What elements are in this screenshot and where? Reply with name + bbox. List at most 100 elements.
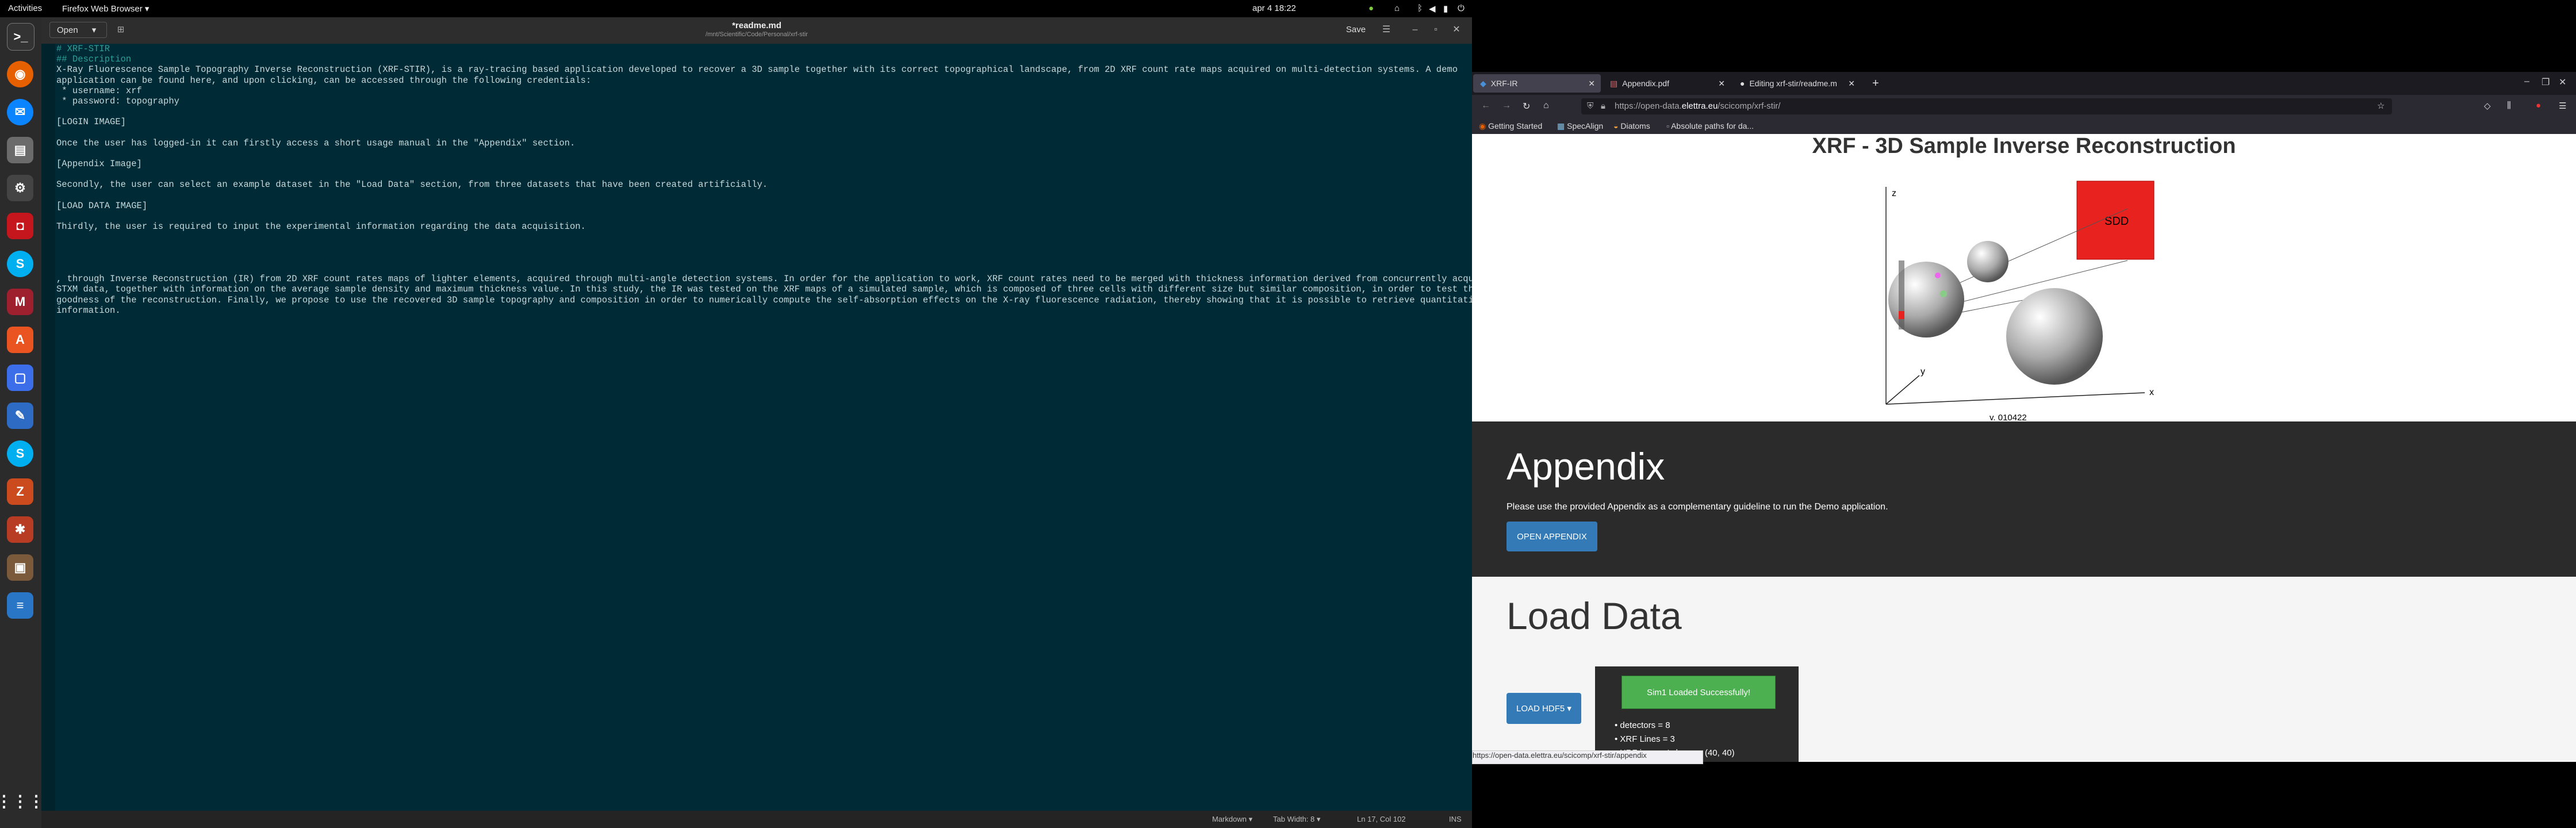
editor-line[interactable]: goodness of the reconstruction. Finally,… — [56, 295, 1485, 305]
editor-line[interactable] — [56, 211, 1471, 221]
app-menu[interactable]: Firefox Web Browser ▾ — [62, 3, 149, 14]
apps-grid-icon[interactable]: ⋮⋮⋮ — [0, 788, 44, 814]
editor-line[interactable]: [Appendix Image] — [56, 159, 1471, 169]
editor-line[interactable] — [56, 169, 1471, 179]
editor-icon[interactable]: ✎ — [7, 402, 33, 429]
close-icon[interactable]: ✕ — [1448, 22, 1465, 38]
line-gutter — [41, 44, 55, 828]
update-icon[interactable]: ● — [1368, 3, 1374, 13]
editor-line[interactable]: ## Description — [56, 54, 1471, 64]
editor-line[interactable]: , through Inverse Reconstruction (IR) fr… — [56, 274, 1495, 284]
skype2-icon[interactable]: S — [7, 440, 33, 467]
load-hdf5-button[interactable]: LOAD HDF5 ▾ — [1506, 693, 1581, 724]
tab-width-selector[interactable]: Tab Width: 8 ▾ — [1273, 815, 1320, 824]
bookmark-specalign[interactable]: ▦ SpecAlign — [1557, 121, 1603, 131]
editor-line[interactable]: # XRF-STIR — [56, 44, 1471, 54]
pocket-icon[interactable]: ◇ — [2484, 101, 2491, 111]
restore-icon[interactable]: ❐ — [2542, 76, 2550, 88]
bookmark-icon: ◒ — [1613, 121, 1621, 131]
editor-line[interactable] — [56, 232, 1471, 242]
inkscape-icon[interactable]: ✱ — [7, 516, 33, 543]
editor-line[interactable]: information. — [56, 305, 1471, 316]
url-bar[interactable]: ⛨ 🔒︎ https://open-data.elettra.eu/scicom… — [1581, 98, 2392, 114]
editor-line[interactable]: * password: topography — [56, 96, 1471, 106]
editor-line[interactable]: * username: xrf — [56, 86, 1471, 96]
open-appendix-button[interactable]: OPEN APPENDIX — [1506, 522, 1597, 551]
thunderbird-icon[interactable]: ✉ — [7, 99, 33, 125]
back-icon[interactable]: ← — [1481, 101, 1490, 111]
screenshot-icon[interactable]: ▢ — [7, 365, 33, 391]
zotero-icon[interactable]: Z — [7, 478, 33, 505]
insert-mode: INS — [1449, 815, 1462, 823]
close-tab-icon[interactable]: ✕ — [1718, 79, 1725, 89]
close-tab-icon[interactable]: ✕ — [1848, 79, 1855, 89]
power-icon[interactable]: ⏻ — [1458, 3, 1465, 13]
editor-line[interactable] — [56, 128, 1471, 138]
software-icon[interactable]: A — [7, 327, 33, 353]
editor-line[interactable]: Thirdly, the user is required to input t… — [56, 221, 1471, 232]
volume-icon[interactable]: ◀ — [1429, 3, 1436, 14]
reload-icon[interactable]: ↻ — [1523, 101, 1530, 112]
new-tab-button[interactable]: + — [1865, 74, 1884, 93]
network-icon[interactable]: ⌂ — [1394, 3, 1400, 13]
editor-line[interactable] — [56, 190, 1471, 201]
bookmark-diatoms[interactable]: ◒ Diatoms — [1613, 121, 1650, 131]
editor-line[interactable]: [LOAD DATA IMAGE] — [56, 201, 1471, 211]
clock[interactable]: apr 4 18:22 — [1252, 3, 1296, 13]
tab-editing-readme[interactable]: ● Editing xrf-stir/readme.m ✕ — [1733, 74, 1861, 93]
maximize-icon[interactable]: ▫ — [1427, 22, 1444, 38]
menu-icon[interactable]: ☰ — [1378, 22, 1395, 38]
terminal-icon[interactable]: >_ — [7, 23, 34, 51]
open-button[interactable]: Open ▾ — [49, 22, 107, 38]
editor-text-area[interactable]: # XRF-STIR ## Description X-Ray Fluorescen… — [56, 44, 1495, 828]
photo-icon[interactable]: ▣ — [7, 554, 33, 581]
voxel-marker — [1935, 273, 1941, 278]
y-axis — [1885, 375, 1920, 405]
save-button[interactable]: Save — [1337, 22, 1374, 38]
appendix-text: Please use the provided Appendix as a co… — [1506, 502, 1888, 512]
mendeley-icon[interactable]: M — [7, 289, 33, 315]
cursor-position: Ln 17, Col 102 — [1357, 815, 1406, 823]
editor-line[interactable]: [LOGIN IMAGE] — [56, 117, 1471, 127]
library-icon[interactable]: ⫼ — [2507, 101, 2511, 110]
new-tab-icon[interactable]: ⊞ — [109, 22, 132, 38]
activities-button[interactable]: Activities — [8, 3, 42, 13]
editor-line[interactable]: Once the user has logged-in it can first… — [56, 138, 1471, 148]
editor-line[interactable]: STXM data, together with information on … — [56, 284, 1479, 294]
battery-icon[interactable]: ▮ — [1443, 3, 1448, 14]
editor-line[interactable] — [56, 263, 1471, 274]
settings-icon[interactable]: ⚙ — [7, 175, 33, 201]
lock-icon[interactable]: 🔒︎ — [1601, 101, 1605, 111]
tab-appendix[interactable]: ▤ Appendix.pdf ✕ — [1603, 74, 1731, 93]
language-selector[interactable]: Markdown ▾ — [1212, 815, 1252, 824]
firefox-icon[interactable]: ◉ — [7, 61, 33, 87]
minimize-icon[interactable]: – — [1406, 22, 1424, 38]
bookmark-star-icon[interactable]: ☆ — [2377, 101, 2385, 111]
home-icon[interactable]: ⌂ — [1543, 101, 1549, 111]
hamburger-menu-icon[interactable]: ☰ — [2559, 101, 2566, 111]
close-tab-icon[interactable]: ✕ — [1588, 79, 1595, 89]
app-icon[interactable]: ◘ — [7, 213, 33, 239]
editor-line[interactable] — [56, 148, 1471, 159]
editor-line[interactable]: X-Ray Fluorescence Sample Topography Inv… — [56, 64, 1471, 75]
extension-icon[interactable]: ● — [2536, 101, 2541, 110]
editor-line[interactable] — [56, 243, 1471, 253]
bookmark-absolute-paths[interactable]: ▫ Absolute paths for da... — [1666, 121, 1754, 131]
minimize-icon[interactable]: – — [2524, 76, 2529, 87]
dock: >_ ◉ ✉ ▤ ⚙ ◘ S M A ▢ ✎ S Z ✱ ▣ ≡ ⋮⋮⋮ — [0, 17, 44, 828]
forward-icon[interactable]: → — [1502, 101, 1511, 111]
editor-line[interactable] — [56, 106, 1471, 117]
skype-icon[interactable]: S — [7, 251, 33, 277]
tab-xrf-ir[interactable]: ◆ XRF-IR ✕ — [1473, 74, 1601, 93]
editor-line[interactable] — [56, 253, 1471, 263]
shield-icon[interactable]: ⛨ — [1587, 101, 1593, 111]
bookmark-icon: ▦ — [1557, 121, 1567, 131]
bookmark-getting-started[interactable]: ◉ Getting Started — [1479, 121, 1542, 131]
bluetooth-icon[interactable]: ᛒ — [1417, 3, 1423, 13]
document-icon[interactable]: ≡ — [7, 592, 33, 619]
close-window-icon[interactable]: ✕ — [2559, 76, 2566, 88]
editor-line[interactable]: Secondly, the user can select an example… — [56, 179, 1471, 190]
editor-header: Open ▾ ⊞ *readme.md /mnt/Scientific/Code/… — [41, 17, 1472, 44]
editor-line[interactable]: application can be found here, and upon … — [56, 75, 1471, 86]
files-icon[interactable]: ▤ — [7, 137, 33, 163]
